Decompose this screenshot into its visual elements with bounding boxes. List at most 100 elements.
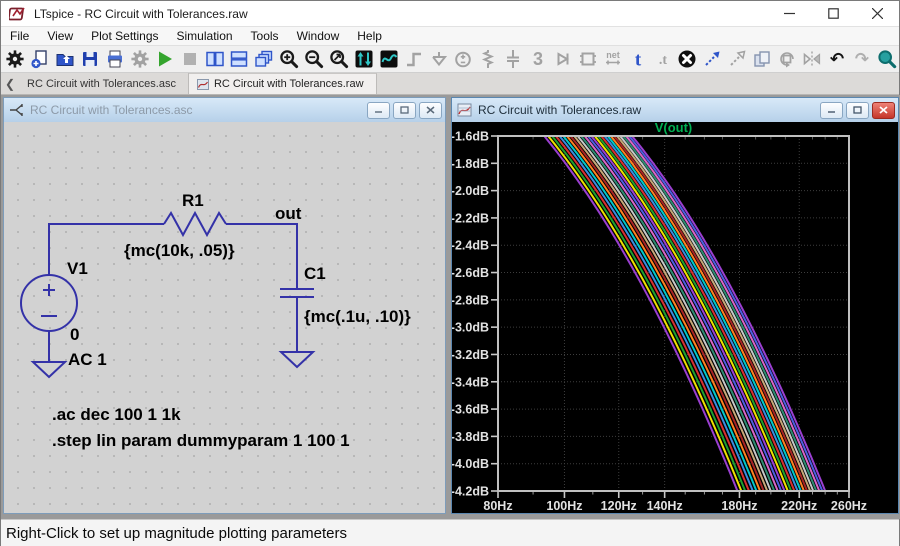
waveform-window-titlebar[interactable]: RC Circuit with Tolerances.raw: [452, 98, 898, 122]
diode-icon: [553, 49, 573, 69]
trace-bundle: [479, 122, 860, 513]
toolbar-button-zoom-in[interactable]: [277, 47, 302, 72]
y-tick-label: -3.2dB: [452, 348, 489, 362]
redo-icon: ↷: [852, 49, 872, 69]
close-button[interactable]: [855, 1, 899, 26]
toolbar-button-halt: [177, 47, 202, 72]
y-tick-label: -3.0dB: [452, 321, 489, 335]
schematic-canvas[interactable]: R1 {mc(10k, .05)} out V1 0 AC 1 C1 {mc(.…: [4, 122, 445, 513]
autorange-icon: [354, 49, 374, 69]
zoom-out-icon: [304, 49, 324, 69]
schematic-window-titlebar[interactable]: RC Circuit with Tolerances.asc: [4, 98, 445, 122]
toolbar-button-inductor: 3: [526, 47, 551, 72]
tab-label: RC Circuit with Tolerances.raw: [214, 78, 364, 90]
toolbar-button-print[interactable]: [103, 47, 128, 72]
y-tick-label: -2.4dB: [452, 239, 489, 253]
new-schematic-icon: [30, 49, 50, 69]
capacitor-icon: [503, 49, 523, 69]
v1-plus-icon: [43, 284, 55, 296]
trace-legend-vout[interactable]: V(out): [655, 122, 693, 135]
y-tick-label: -2.8dB: [452, 293, 489, 307]
toolbar-button-zoom-extents[interactable]: [327, 47, 352, 72]
voltage-source-v1-symbol[interactable]: [21, 275, 77, 331]
maximize-button[interactable]: [811, 1, 855, 26]
x-tick-label: 180Hz: [721, 499, 757, 513]
ground-symbol-v1[interactable]: [33, 362, 65, 377]
svg-text:net: net: [606, 50, 620, 60]
menu-item-view[interactable]: View: [38, 27, 82, 46]
schematic-close-button[interactable]: [419, 102, 442, 119]
rotate-icon: [777, 49, 797, 69]
schematic-minimize-button[interactable]: [367, 102, 390, 119]
label-v1-value[interactable]: 0: [70, 325, 79, 344]
toolbar-button-find[interactable]: [874, 47, 899, 72]
toolbar-button-tile-horizontal[interactable]: [227, 47, 252, 72]
y-tick-label: -3.8dB: [452, 430, 489, 444]
toolbar-button-undo[interactable]: ↶: [824, 47, 849, 72]
toolbar-button-save[interactable]: [78, 47, 103, 72]
menu-item-tools[interactable]: Tools: [242, 27, 288, 46]
toolbar-button-resistor: [476, 47, 501, 72]
tab-scroll-left-icon[interactable]: ❮: [1, 73, 19, 94]
menu-item-simulation[interactable]: Simulation: [168, 27, 242, 46]
label-c1-name[interactable]: C1: [304, 264, 326, 283]
text-tool-icon: t: [628, 49, 648, 69]
y-tick-label: -2.6dB: [452, 266, 489, 280]
tab-raw[interactable]: RC Circuit with Tolerances.raw: [189, 73, 377, 94]
save-icon: [80, 49, 100, 69]
app-icon: [9, 6, 27, 22]
menu-item-plot-settings[interactable]: Plot Settings: [82, 27, 167, 46]
open-icon: [55, 49, 75, 69]
schematic-window: RC Circuit with Tolerances.asc: [3, 97, 446, 514]
toolbar-button-cascade[interactable]: [252, 47, 277, 72]
toolbar-button-move[interactable]: [700, 47, 725, 72]
waveform-close-button[interactable]: [872, 102, 895, 119]
spice-directive-step[interactable]: .step lin param dummyparam 1 100 1: [52, 431, 350, 450]
menu-item-help[interactable]: Help: [348, 27, 391, 46]
waveform-plot-area[interactable]: -1.6dB-1.8dB-2.0dB-2.2dB-2.4dB-2.6dB-2.8…: [452, 122, 898, 513]
toolbar-button-tile-vertical[interactable]: [202, 47, 227, 72]
capacitor-c1-symbol[interactable]: [280, 289, 314, 297]
label-node-out[interactable]: out: [275, 204, 302, 223]
settings-icon: [130, 49, 150, 69]
schematic-maximize-button[interactable]: [393, 102, 416, 119]
toolbar-button-new-schematic[interactable]: [28, 47, 53, 72]
waveform-minimize-button[interactable]: [820, 102, 843, 119]
svg-text:↷: ↷: [855, 50, 869, 70]
tab-label: RC Circuit with Tolerances.asc: [27, 78, 176, 90]
label-v1-name[interactable]: V1: [67, 259, 88, 278]
toolbar-button-run[interactable]: [152, 47, 177, 72]
status-message: Right-Click to set up magnitude plotting…: [1, 525, 347, 542]
tab-asc[interactable]: RC Circuit with Tolerances.asc: [19, 73, 189, 94]
label-r1-name[interactable]: R1: [182, 191, 204, 210]
svg-text:↶: ↶: [830, 50, 844, 70]
label-r1-value[interactable]: {mc(10k, .05)}: [124, 241, 235, 260]
menu-item-window[interactable]: Window: [288, 27, 349, 46]
halt-icon: [180, 49, 200, 69]
menu-item-file[interactable]: File: [1, 27, 38, 46]
toolbar-button-zoom-out[interactable]: [302, 47, 327, 72]
toolbar-button-control-panel[interactable]: [3, 47, 28, 72]
toolbar-button-cut[interactable]: [675, 47, 700, 72]
waveform-maximize-button[interactable]: [846, 102, 869, 119]
toolbar-button-autorange[interactable]: [351, 47, 376, 72]
toolbar-button-plot-settings[interactable]: [376, 47, 401, 72]
resistor-r1-symbol[interactable]: [164, 213, 226, 235]
undo-icon: ↶: [827, 49, 847, 69]
y-tick-label: -4.2dB: [452, 485, 489, 499]
spice-directive-ac[interactable]: .ac dec 100 1 1k: [52, 405, 181, 424]
toolbar-button-text-tool[interactable]: t: [625, 47, 650, 72]
toolbar-button-copy: [750, 47, 775, 72]
label-v1-ac[interactable]: AC 1: [68, 350, 107, 369]
toolbar-button-open[interactable]: [53, 47, 78, 72]
y-tick-label: -2.0dB: [452, 184, 489, 198]
y-tick-label: -2.2dB: [452, 211, 489, 225]
plot-settings-icon: [379, 49, 399, 69]
ground-symbol-c1[interactable]: [281, 352, 313, 367]
minimize-button[interactable]: [767, 1, 811, 26]
wire-r1-to-c1[interactable]: [226, 224, 297, 289]
tile-vertical-icon: [205, 49, 225, 69]
toolbar-button-component: [575, 47, 600, 72]
voltage-source-icon: [453, 49, 473, 69]
label-c1-value[interactable]: {mc(.1u, .10)}: [304, 307, 411, 326]
